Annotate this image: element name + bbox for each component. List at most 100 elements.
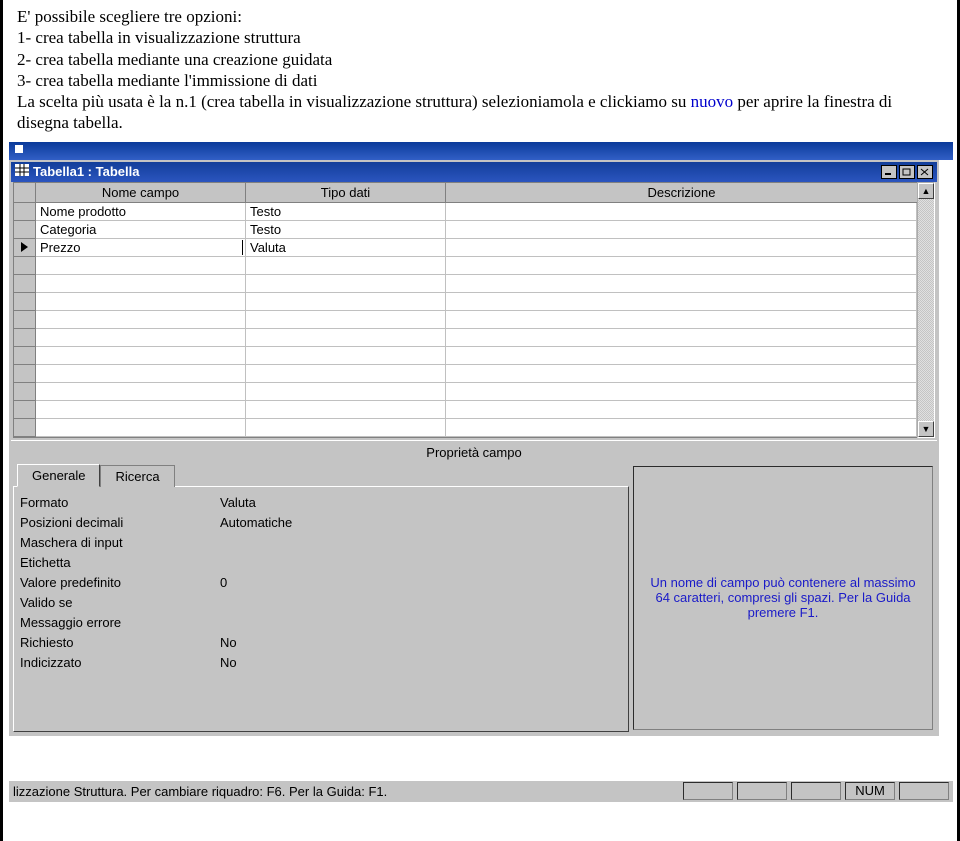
col-header-name[interactable]: Nome campo (36, 183, 246, 203)
link-nuovo[interactable]: nuovo (691, 92, 734, 111)
window-titlebar[interactable]: Tabella1 : Tabella (11, 162, 937, 182)
table-row[interactable] (14, 311, 917, 329)
minimize-button[interactable] (881, 165, 897, 179)
field-properties-panel: Generale Ricerca FormatoValuta Posizioni… (11, 464, 937, 734)
table-icon (15, 164, 29, 179)
tab-lookup[interactable]: Ricerca (100, 465, 174, 487)
row-selector[interactable] (14, 401, 36, 419)
scroll-down-button[interactable]: ▼ (918, 421, 934, 437)
prop-value[interactable]: 0 (218, 575, 624, 590)
row-selector[interactable] (14, 329, 36, 347)
maximize-button[interactable] (899, 165, 915, 179)
cell-data-type[interactable]: Testo (246, 203, 446, 221)
prop-label: Valore predefinito (18, 575, 218, 590)
prop-label: Posizioni decimali (18, 515, 218, 530)
table-row[interactable]: Categoria Testo (14, 221, 917, 239)
status-cell (791, 782, 841, 800)
cell-data-type[interactable]: Testo (246, 221, 446, 239)
row-selector-header (14, 183, 36, 203)
prop-value[interactable]: Automatiche (218, 515, 624, 530)
prop-label: Messaggio errore (18, 615, 218, 630)
table-row[interactable] (14, 401, 917, 419)
doc-line: La scelta più usata è la n.1 (crea tabel… (17, 91, 945, 134)
field-properties-label: Proprietà campo (11, 440, 937, 464)
doc-line: 1- crea tabella in visualizzazione strut… (17, 27, 945, 48)
row-selector[interactable] (14, 275, 36, 293)
prop-row-valido: Valido se (18, 593, 624, 613)
row-selector[interactable] (14, 347, 36, 365)
prop-row-formato: FormatoValuta (18, 493, 624, 513)
col-header-desc[interactable]: Descrizione (446, 183, 917, 203)
table-row[interactable] (14, 365, 917, 383)
status-bar: lizzazione Struttura. Per cambiare riqua… (9, 780, 953, 802)
close-button[interactable] (917, 165, 933, 179)
window-title: Tabella1 : Tabella (33, 164, 139, 179)
row-selector[interactable] (14, 203, 36, 221)
field-help-panel: Un nome di campo può contenere al massim… (633, 466, 933, 730)
table-row[interactable] (14, 275, 917, 293)
table-design-window: Tabella1 : Tabella Nome campo Tipo dati (9, 160, 939, 736)
table-row[interactable] (14, 257, 917, 275)
prop-row-etichetta: Etichetta (18, 553, 624, 573)
row-selector[interactable] (14, 311, 36, 329)
prop-row-messaggio: Messaggio errore (18, 613, 624, 633)
status-cell (899, 782, 949, 800)
parent-window-titlebar (9, 142, 953, 160)
cell-description[interactable] (446, 203, 917, 221)
row-selector[interactable] (14, 221, 36, 239)
cell-description[interactable] (446, 239, 917, 257)
document-instructions: E' possibile scegliere tre opzioni: 1- c… (7, 0, 953, 142)
field-help-text: Un nome di campo può contenere al massim… (648, 575, 918, 620)
cell-data-type[interactable]: Valuta (246, 239, 446, 257)
prop-row-richiesto: RichiestoNo (18, 633, 624, 653)
doc-line: 3- crea tabella mediante l'immissione di… (17, 70, 945, 91)
col-header-type[interactable]: Tipo dati (246, 183, 446, 203)
table-row[interactable] (14, 347, 917, 365)
status-cell (737, 782, 787, 800)
status-text: lizzazione Struttura. Per cambiare riqua… (13, 784, 679, 799)
database-icon (13, 143, 25, 158)
cell-description[interactable] (446, 221, 917, 239)
table-row[interactable]: Nome prodotto Testo (14, 203, 917, 221)
row-selector[interactable] (14, 383, 36, 401)
prop-row-posizioni: Posizioni decimaliAutomatiche (18, 513, 624, 533)
prop-value[interactable]: Valuta (218, 495, 624, 510)
cell-field-name[interactable]: Prezzo (36, 239, 246, 257)
doc-line: 2- crea tabella mediante una creazione g… (17, 49, 945, 70)
current-row-icon (21, 242, 28, 252)
row-selector-current[interactable] (14, 239, 36, 257)
row-selector[interactable] (14, 419, 36, 437)
table-row[interactable]: Prezzo Valuta (14, 239, 917, 257)
prop-label: Formato (18, 495, 218, 510)
prop-value[interactable]: No (218, 655, 624, 670)
tab-general[interactable]: Generale (17, 464, 100, 487)
scroll-up-button[interactable]: ▲ (918, 183, 934, 199)
prop-label: Indicizzato (18, 655, 218, 670)
prop-row-indicizzato: IndicizzatoNo (18, 653, 624, 673)
prop-row-valore: Valore predefinito0 (18, 573, 624, 593)
table-row[interactable] (14, 383, 917, 401)
doc-line: E' possibile scegliere tre opzioni: (17, 6, 945, 27)
table-row[interactable] (14, 293, 917, 311)
status-cell (683, 782, 733, 800)
cell-field-name[interactable]: Nome prodotto (36, 203, 246, 221)
prop-value[interactable]: No (218, 635, 624, 650)
row-selector[interactable] (14, 365, 36, 383)
cell-field-name[interactable]: Categoria (36, 221, 246, 239)
properties-body: FormatoValuta Posizioni decimaliAutomati… (13, 486, 629, 732)
prop-label: Maschera di input (18, 535, 218, 550)
table-row[interactable] (14, 419, 917, 437)
row-selector[interactable] (14, 293, 36, 311)
prop-label: Valido se (18, 595, 218, 610)
prop-label: Richiesto (18, 635, 218, 650)
status-num: NUM (845, 782, 895, 800)
properties-tabs: Generale Ricerca (13, 464, 629, 486)
scroll-track[interactable] (918, 199, 934, 421)
field-grid[interactable]: Nome campo Tipo dati Descrizione Nome pr… (13, 182, 917, 438)
prop-label: Etichetta (18, 555, 218, 570)
row-selector[interactable] (14, 257, 36, 275)
vertical-scrollbar[interactable]: ▲ ▼ (917, 182, 935, 438)
table-row[interactable] (14, 329, 917, 347)
prop-row-maschera: Maschera di input (18, 533, 624, 553)
grid-header-row: Nome campo Tipo dati Descrizione (14, 183, 917, 203)
